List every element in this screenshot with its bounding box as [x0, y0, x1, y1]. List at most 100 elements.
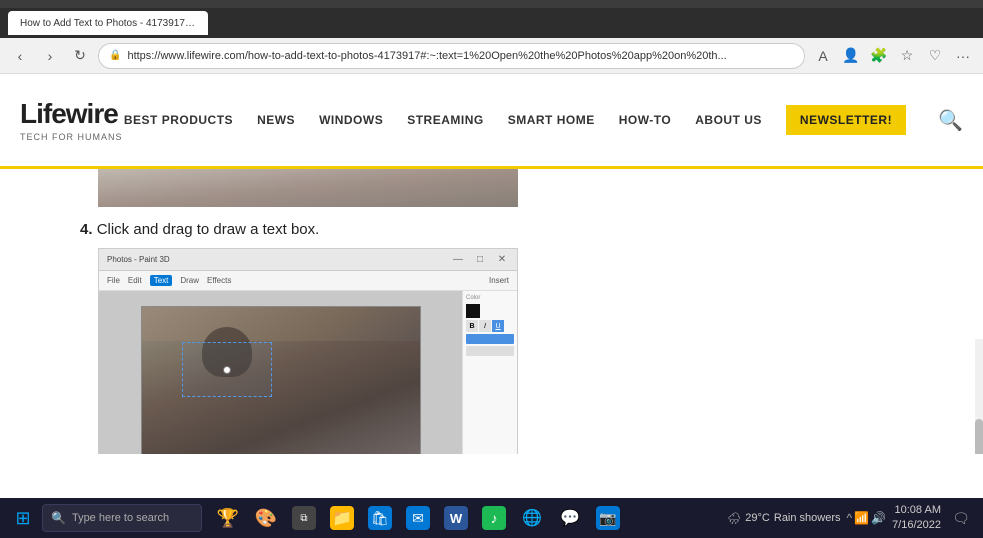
clock-time: 10:08 AM: [892, 503, 941, 518]
paint-icon: 🎨: [254, 506, 278, 530]
start-button[interactable]: ⊞: [8, 503, 38, 533]
toolbar-draw[interactable]: Draw: [180, 276, 199, 285]
taskbar-app-store[interactable]: 🛍: [362, 500, 398, 536]
browser-tabs-bar: How to Add Text to Photos - 4173917#:~:t…: [0, 8, 983, 38]
active-tab[interactable]: How to Add Text to Photos - 4173917#:~:t…: [8, 11, 208, 35]
browser-chrome-top: [0, 0, 983, 8]
dog-photo: [141, 306, 421, 454]
bold-button[interactable]: B: [466, 320, 478, 332]
browser-actions: A 👤 🧩 ☆ ♡ ···: [811, 44, 975, 68]
address-bar[interactable]: 🔒 https://www.lifewire.com/how-to-add-te…: [98, 43, 805, 69]
notification-button[interactable]: 🗨: [947, 504, 975, 532]
notification-icon: 🗨: [952, 510, 970, 527]
app-canvas: [99, 291, 462, 454]
taskbar-search-placeholder: Type here to search: [72, 512, 169, 524]
url-text: https://www.lifewire.com/how-to-add-text…: [127, 50, 726, 62]
step4-screenshot: Photos - Paint 3D — □ ✕ File Edit Text D…: [98, 248, 518, 454]
taskbar-app-trophy[interactable]: 🏆: [210, 500, 246, 536]
scrollbar[interactable]: [975, 339, 983, 454]
extensions-button[interactable]: 🧩: [867, 44, 891, 68]
weather-condition: Rain showers: [774, 512, 841, 524]
taskbar-right: 🌧 29°C Rain showers ^ 📶 🔊 10:08 AM 7/16/…: [727, 503, 975, 534]
task-view-icon: ⧉: [292, 506, 316, 530]
taskbar-search-icon: 🔍: [51, 511, 66, 525]
profile-button[interactable]: 👤: [839, 44, 863, 68]
collections-button[interactable]: ♡: [923, 44, 947, 68]
network-icon[interactable]: 📶: [854, 511, 869, 525]
step4-description: Click and drag to draw a text box.: [97, 221, 320, 238]
taskbar-app-chrome[interactable]: 🌐: [514, 500, 550, 536]
camera-icon: 📷: [596, 506, 620, 530]
tab-title: How to Add Text to Photos - 4173917#:~:t…: [20, 18, 196, 29]
taskbar-app-camera[interactable]: 📷: [590, 500, 626, 536]
weather-widget[interactable]: 🌧 29°C Rain showers: [727, 512, 840, 525]
nav-item-best-products[interactable]: BEST PRODUCTS: [124, 113, 233, 127]
scrollbar-thumb[interactable]: [975, 419, 983, 454]
font-style-buttons: B I U: [466, 320, 514, 332]
nav-item-streaming[interactable]: STREAMING: [407, 113, 484, 127]
forward-button[interactable]: ›: [38, 44, 62, 68]
taskbar-app-mail[interactable]: ✉: [400, 500, 436, 536]
clock[interactable]: 10:08 AM 7/16/2022: [892, 503, 941, 534]
back-button[interactable]: ‹: [8, 44, 32, 68]
volume-icon[interactable]: 🔊: [871, 511, 886, 525]
app-toolbar: File Edit Text Draw Effects Insert: [99, 271, 517, 291]
newsletter-button[interactable]: NEWSLETTER!: [786, 105, 906, 135]
messages-icon: 💬: [558, 506, 582, 530]
logo-area: Lifewire TECH FOR HUMANS: [20, 98, 123, 142]
main-content: 4. Click and drag to draw a text box. Ph…: [0, 169, 983, 454]
close-button[interactable]: ✕: [495, 253, 509, 267]
taskbar-app-task-view[interactable]: ⧉: [286, 500, 322, 536]
favorites-button[interactable]: ☆: [895, 44, 919, 68]
tray-chevron-icon[interactable]: ^: [847, 511, 853, 525]
panel-title: Color: [466, 295, 514, 301]
taskbar-app-word[interactable]: W: [438, 500, 474, 536]
toolbar-file[interactable]: File: [107, 276, 120, 285]
search-button[interactable]: 🔍: [938, 108, 963, 133]
system-tray: ^ 📶 🔊: [847, 511, 887, 525]
taskbar: ⊞ 🔍 Type here to search 🏆 🎨 ⧉ 📁 🛍 ✉ W ♪: [0, 498, 983, 538]
refresh-button[interactable]: ↻: [68, 44, 92, 68]
color-swatch-black[interactable]: [466, 304, 480, 318]
taskbar-app-paint[interactable]: 🎨: [248, 500, 284, 536]
app-body: Color B I U: [99, 291, 517, 454]
size-slider-inactive: [466, 346, 514, 356]
taskbar-app-file-explorer[interactable]: 📁: [324, 500, 360, 536]
store-icon: 🛍: [368, 506, 392, 530]
maximize-button[interactable]: □: [473, 253, 487, 267]
chrome-icon: 🌐: [520, 506, 544, 530]
taskbar-app-messages[interactable]: 💬: [552, 500, 588, 536]
logo-tagline: TECH FOR HUMANS: [20, 132, 123, 142]
minimize-button[interactable]: —: [451, 253, 465, 267]
browser-controls: ‹ › ↻ 🔒 https://www.lifewire.com/how-to-…: [0, 38, 983, 74]
app-title: Photos - Paint 3D: [107, 255, 443, 264]
nav-item-windows[interactable]: WINDOWS: [319, 113, 383, 127]
weather-temp: 29°C: [745, 512, 770, 524]
step4-text: 4. Click and drag to draw a text box.: [80, 221, 903, 238]
text-box-dashed: [182, 342, 272, 397]
italic-button[interactable]: I: [479, 320, 491, 332]
nav-item-about-us[interactable]: ABOUT US: [695, 113, 762, 127]
file-explorer-icon: 📁: [330, 506, 354, 530]
reader-mode-button[interactable]: A: [811, 44, 835, 68]
size-slider-active[interactable]: [466, 334, 514, 344]
nav-item-news[interactable]: NEWS: [257, 113, 295, 127]
nav-item-smart-home[interactable]: SMART HOME: [508, 113, 595, 127]
more-button[interactable]: ···: [951, 44, 975, 68]
toolbar-effects[interactable]: Effects: [207, 276, 231, 285]
logo[interactable]: Lifewire: [20, 98, 123, 130]
nav-item-how-to[interactable]: HOW-TO: [619, 113, 672, 127]
taskbar-app-spotify[interactable]: ♪: [476, 500, 512, 536]
main-nav: BEST PRODUCTS NEWS WINDOWS STREAMING SMA…: [124, 105, 963, 135]
word-icon: W: [444, 506, 468, 530]
windows-logo-icon: ⊞: [15, 508, 30, 529]
toolbar-edit[interactable]: Edit: [128, 276, 142, 285]
step4-number: 4.: [80, 221, 93, 238]
underline-button[interactable]: U: [492, 320, 504, 332]
toolbar-text-active[interactable]: Text: [150, 275, 173, 286]
taskbar-search[interactable]: 🔍 Type here to search: [42, 504, 202, 532]
text-cursor-handle: [223, 366, 231, 374]
toolbar-insert[interactable]: Insert: [489, 276, 509, 285]
trophy-icon: 🏆: [216, 506, 240, 530]
weather-icon: 🌧: [727, 512, 741, 525]
